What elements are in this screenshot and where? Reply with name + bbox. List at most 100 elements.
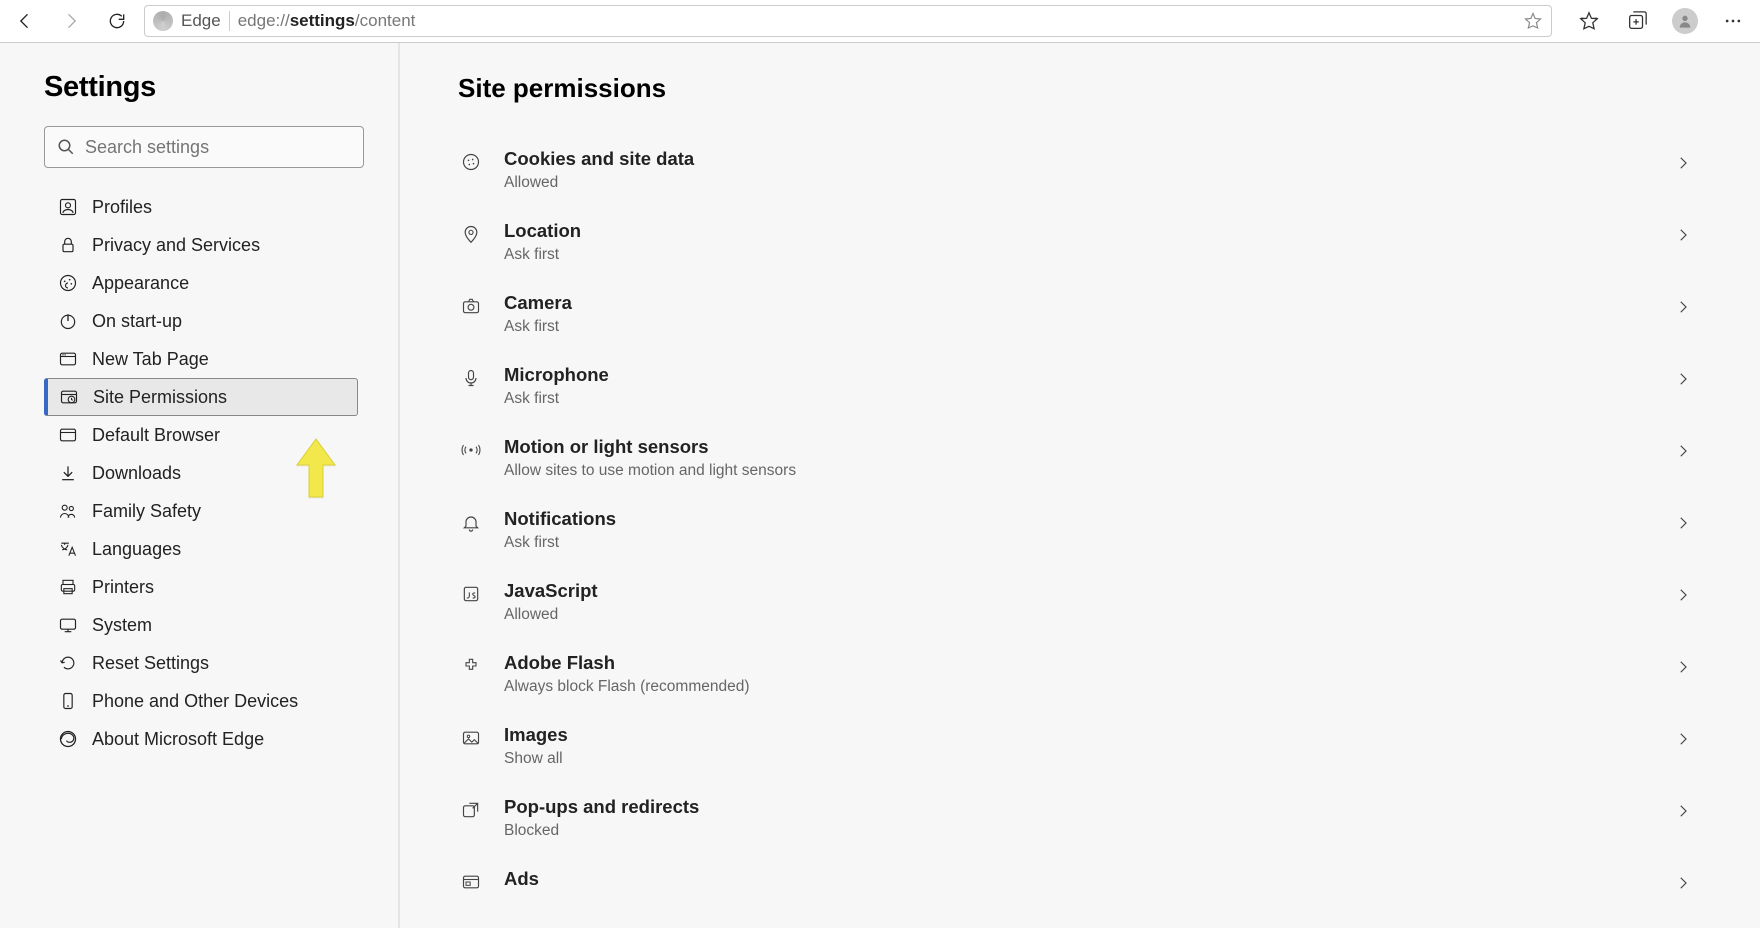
permission-item-microphone[interactable]: MicrophoneAsk first: [458, 350, 1700, 422]
url-text: edge://settings/content: [238, 11, 1515, 31]
sidebar-item-devices[interactable]: Phone and Other Devices: [44, 682, 358, 720]
chevron-right-icon: [1672, 800, 1694, 822]
ads-icon: [460, 871, 482, 893]
permission-item-ads[interactable]: Ads: [458, 854, 1700, 908]
system-icon: [58, 615, 78, 635]
permission-item-location[interactable]: Location Ask first: [458, 206, 1700, 278]
refresh-button[interactable]: [98, 3, 136, 39]
chevron-right-icon: [1672, 872, 1694, 894]
back-button[interactable]: [6, 3, 44, 39]
popup-icon: [460, 799, 482, 821]
sidebar-item-label: Appearance: [92, 273, 189, 294]
printer-icon: [58, 577, 78, 597]
permission-title: JavaScript: [504, 580, 1650, 602]
sidebar-item-sitepermissions[interactable]: Site Permissions: [44, 378, 358, 416]
favorites-button[interactable]: [1572, 4, 1606, 38]
permission-subtitle: Allow sites to use motion and light sens…: [504, 462, 1650, 480]
newtab-icon: [58, 349, 78, 369]
permission-title: Location: [504, 220, 1650, 242]
search-icon: [57, 138, 75, 156]
permission-text: NotificationsAsk first: [504, 508, 1650, 552]
settings-nav-list: ProfilesPrivacy and Services Appearance On…: [44, 188, 358, 758]
sidebar-item-languages[interactable]: Languages: [44, 530, 358, 568]
permission-item-camera[interactable]: Camera Ask first: [458, 278, 1700, 350]
microphone-icon: [460, 367, 482, 389]
sidebar-item-reset[interactable]: Reset Settings: [44, 644, 358, 682]
phone-icon: [58, 691, 78, 711]
permission-item-flash[interactable]: Adobe FlashAlways block Flash (recommend…: [458, 638, 1700, 710]
location-icon: [460, 223, 482, 245]
permission-text: Pop-ups and redirects Blocked: [504, 796, 1650, 840]
permission-item-popups[interactable]: Pop-ups and redirects Blocked: [458, 782, 1700, 854]
permission-title: Motion or light sensors: [504, 436, 1650, 458]
chevron-right-icon: [1672, 296, 1694, 318]
sidebar-item-label: Family Safety: [92, 501, 201, 522]
settings-title: Settings: [44, 71, 358, 104]
favorite-star-icon[interactable]: [1523, 11, 1543, 31]
sidebar-item-label: Reset Settings: [92, 653, 209, 674]
divider: [229, 11, 230, 31]
more-button[interactable]: [1716, 4, 1750, 38]
permission-item-notifications[interactable]: NotificationsAsk first: [458, 494, 1700, 566]
profile-icon[interactable]: [1668, 4, 1702, 38]
permission-subtitle: Ask first: [504, 246, 1650, 264]
sidebar-item-label: New Tab Page: [92, 349, 209, 370]
search-settings-box[interactable]: [44, 126, 364, 168]
sidebar-item-label: Printers: [92, 577, 154, 598]
sidebar-item-label: About Microsoft Edge: [92, 729, 264, 750]
collections-button[interactable]: [1620, 4, 1654, 38]
sidebar-item-label: Languages: [92, 539, 181, 560]
sidebar-item-appearance[interactable]: Appearance: [44, 264, 358, 302]
permission-item-images[interactable]: ImagesShow all: [458, 710, 1700, 782]
sidebar-item-label: Downloads: [92, 463, 181, 484]
permissions-icon: [59, 387, 79, 407]
permission-subtitle: Ask first: [504, 318, 1650, 336]
permission-list: Cookies and site data Allowed Location Ask …: [458, 134, 1700, 908]
sidebar-item-privacy[interactable]: Privacy and Services: [44, 226, 358, 264]
permission-item-motion[interactable]: Motion or light sensors Allow sites to us…: [458, 422, 1700, 494]
notification-icon: [460, 511, 482, 533]
sidebar-item-label: Site Permissions: [93, 387, 227, 408]
sidebar-item-label: System: [92, 615, 152, 636]
forward-button[interactable]: [52, 3, 90, 39]
permission-text: Cookies and site data Allowed: [504, 148, 1650, 192]
chevron-right-icon: [1672, 440, 1694, 462]
power-icon: [58, 311, 78, 331]
lock-icon: [58, 235, 78, 255]
chevron-right-icon: [1672, 656, 1694, 678]
tab-origin-label: Edge: [181, 11, 221, 31]
image-icon: [460, 727, 482, 749]
browser-chrome: Edge edge://settings/content: [0, 0, 1760, 43]
permission-title: Camera: [504, 292, 1650, 314]
sidebar-item-defaultbrowser[interactable]: Default Browser: [44, 416, 358, 454]
settings-sidebar: Settings ProfilesPrivacy and Services App…: [0, 43, 400, 928]
permission-title: Pop-ups and redirects: [504, 796, 1650, 818]
sidebar-item-downloads[interactable]: Downloads: [44, 454, 358, 492]
permission-subtitle: Ask first: [504, 390, 1650, 408]
chevron-right-icon: [1672, 512, 1694, 534]
permission-text: Camera Ask first: [504, 292, 1650, 336]
permission-subtitle: Show all: [504, 750, 1650, 768]
sidebar-item-family[interactable]: Family Safety: [44, 492, 358, 530]
download-icon: [58, 463, 78, 483]
permission-subtitle: Blocked: [504, 822, 1650, 840]
javascript-icon: [460, 583, 482, 605]
sidebar-item-profiles[interactable]: Profiles: [44, 188, 358, 226]
chevron-right-icon: [1672, 584, 1694, 606]
languages-icon: [58, 539, 78, 559]
site-identity-icon: [153, 11, 173, 31]
permission-title: Cookies and site data: [504, 148, 1650, 170]
permission-item-cookies[interactable]: Cookies and site data Allowed: [458, 134, 1700, 206]
sidebar-item-startup[interactable]: On start-up: [44, 302, 358, 340]
permission-item-javascript[interactable]: JavaScriptAllowed: [458, 566, 1700, 638]
sidebar-item-printers[interactable]: Printers: [44, 568, 358, 606]
sidebar-item-newtab[interactable]: New Tab Page: [44, 340, 358, 378]
search-input[interactable]: [85, 137, 351, 158]
sidebar-item-label: Phone and Other Devices: [92, 691, 298, 712]
permission-subtitle: Allowed: [504, 174, 1650, 192]
address-bar[interactable]: Edge edge://settings/content: [144, 5, 1552, 37]
sidebar-item-system[interactable]: System: [44, 606, 358, 644]
permission-title: Ads: [504, 868, 1650, 890]
chevron-right-icon: [1672, 224, 1694, 246]
sidebar-item-about[interactable]: About Microsoft Edge: [44, 720, 358, 758]
